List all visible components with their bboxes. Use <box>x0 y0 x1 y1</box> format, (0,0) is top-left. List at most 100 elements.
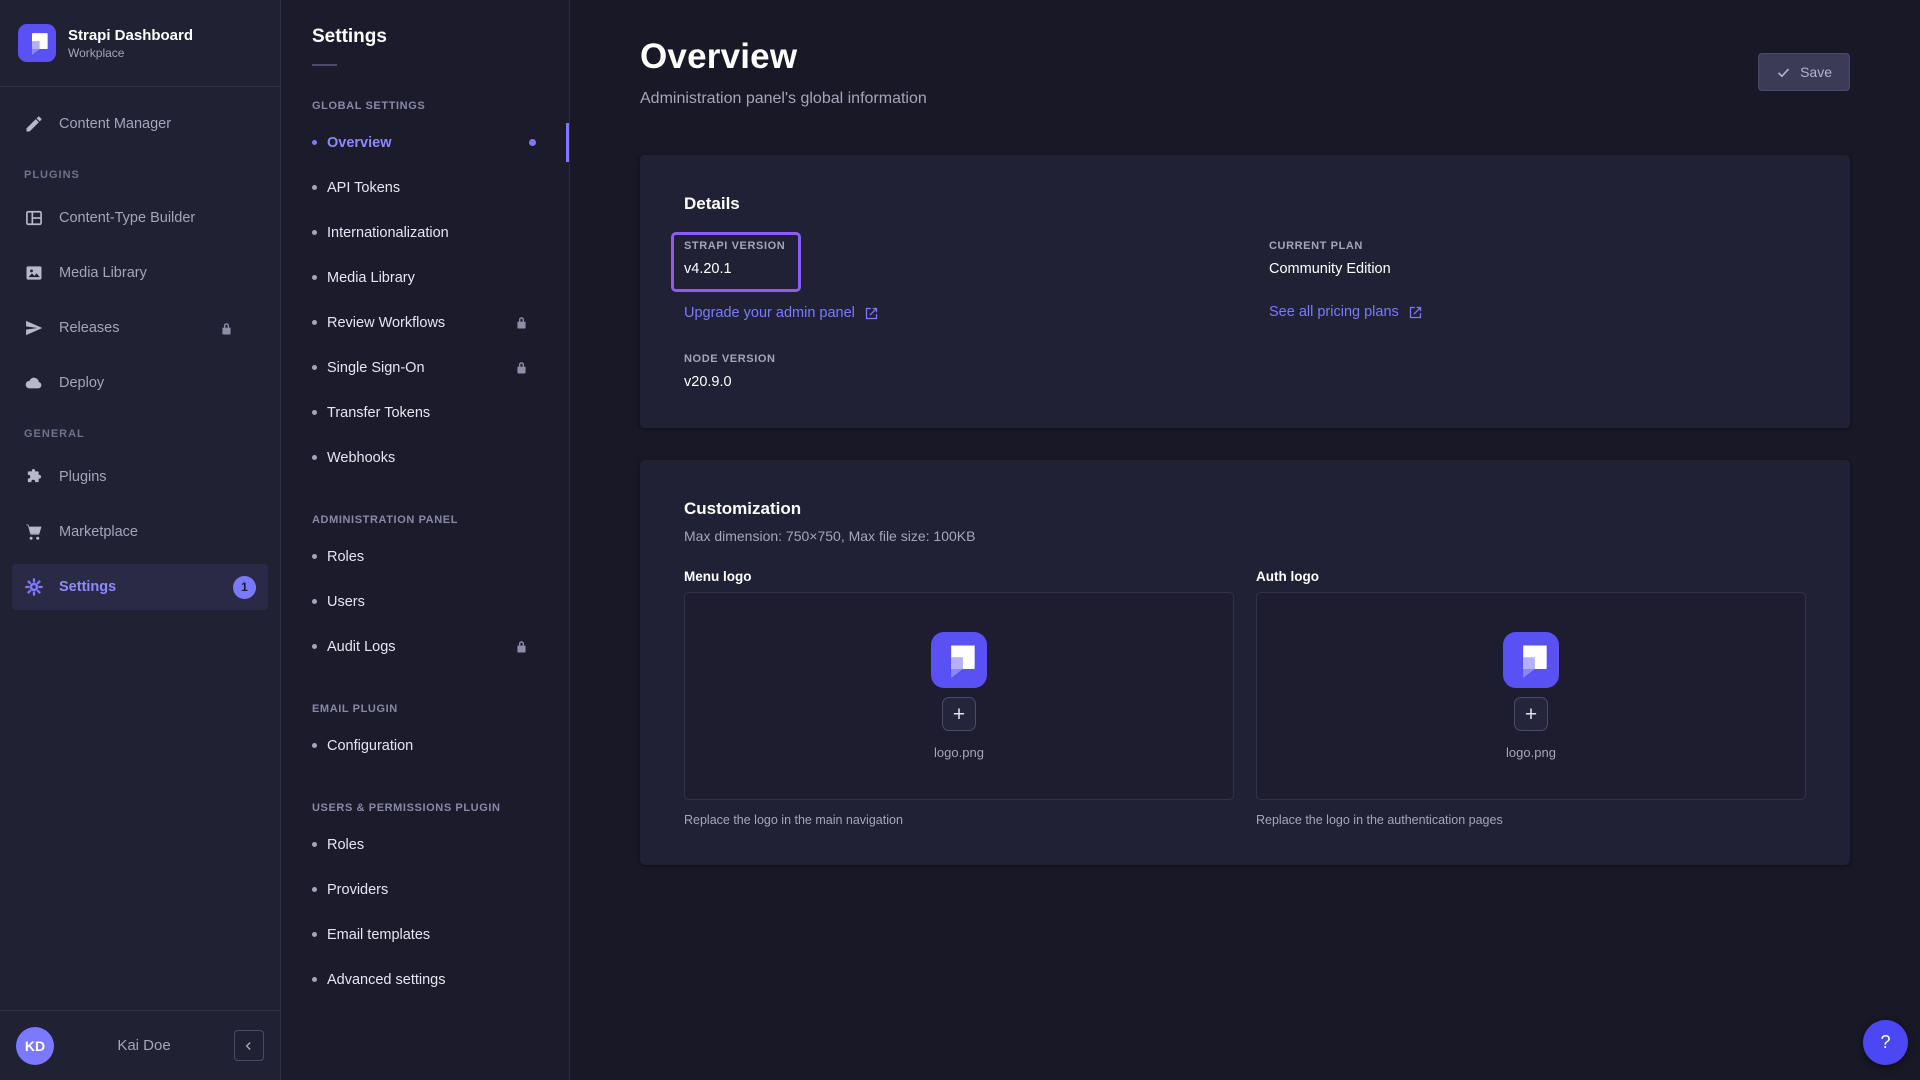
sidebar-item-content-type-builder[interactable]: Content-Type Builder <box>12 195 268 241</box>
subnav-item-label: Review Workflows <box>327 315 445 331</box>
subnav-item-single-sign-on[interactable]: Single Sign-On <box>281 345 569 390</box>
subnav-item-webhooks[interactable]: Webhooks <box>281 435 569 480</box>
details-title: Details <box>684 194 1806 214</box>
subnav-item-label: Audit Logs <box>327 639 396 655</box>
subnav-item-api-tokens[interactable]: API Tokens <box>281 165 569 210</box>
subnav-item-internationalization[interactable]: Internationalization <box>281 210 569 255</box>
subnav-item-transfer-tokens[interactable]: Transfer Tokens <box>281 390 569 435</box>
subnav-item-label: Webhooks <box>327 450 395 466</box>
sidebar-item-plugins[interactable]: Plugins <box>12 454 268 500</box>
sidebar-item-label: Settings <box>59 579 116 595</box>
subnav-item-media-library[interactable]: Media Library <box>281 255 569 300</box>
strapi-version-value: v4.20.1 <box>684 261 785 277</box>
sidebar-item-label: Releases <box>59 320 119 336</box>
lock-icon <box>219 321 234 336</box>
menu-logo-label: Menu logo <box>684 569 1234 584</box>
sidebar-item-media-library[interactable]: Media Library <box>12 250 268 296</box>
page-header: Overview Administration panel's global i… <box>640 37 1850 108</box>
subnav-item-audit-logs[interactable]: Audit Logs <box>281 624 569 669</box>
logo-filename: logo.png <box>1506 745 1556 760</box>
check-icon <box>1776 65 1791 80</box>
subnav-item-overview[interactable]: Overview <box>281 120 569 165</box>
node-version-label: NODE VERSION <box>684 353 1221 365</box>
subnav-item-label: Email templates <box>327 927 430 943</box>
strapi-logo-icon <box>931 632 987 688</box>
layout-icon <box>24 208 44 228</box>
node-version-value: v20.9.0 <box>684 374 1221 390</box>
pricing-plans-link[interactable]: See all pricing plans <box>1269 304 1423 320</box>
strapi-version-label: STRAPI VERSION <box>684 240 785 252</box>
workspace-header[interactable]: Strapi Dashboard Workplace <box>0 0 280 87</box>
subnav-item-configuration[interactable]: Configuration <box>281 723 569 768</box>
chevron-left-icon <box>242 1039 256 1053</box>
subnav-item-users[interactable]: Users <box>281 579 569 624</box>
subnav-item-roles[interactable]: Roles <box>281 822 569 867</box>
sidebar-item-settings[interactable]: Settings 1 <box>12 564 268 610</box>
collapse-sidebar-button[interactable] <box>234 1030 264 1061</box>
current-plan-value: Community Edition <box>1269 261 1806 277</box>
logo-filename: logo.png <box>934 745 984 760</box>
sidebar-item-content-manager[interactable]: Content Manager <box>12 101 268 147</box>
subnav-item-label: Media Library <box>327 270 415 286</box>
customization-title: Customization <box>684 499 1806 519</box>
subnav-item-providers[interactable]: Providers <box>281 867 569 912</box>
subnav-item-roles[interactable]: Roles <box>281 534 569 579</box>
lock-icon <box>514 639 529 654</box>
workspace-name: Workplace <box>68 46 193 60</box>
details-card: Details STRAPI VERSION v4.20.1 Upgrade y… <box>640 155 1850 428</box>
subnav-item-label: Internationalization <box>327 225 449 241</box>
sidebar-item-label: Marketplace <box>59 524 138 540</box>
subnav-item-label: Users <box>327 594 365 610</box>
subnav-title: Settings <box>281 26 569 48</box>
sidebar-item-releases[interactable]: Releases <box>12 305 268 351</box>
subnav-item-label: Overview <box>327 135 392 151</box>
cloud-icon <box>24 373 44 393</box>
user-bar: KD Kai Doe <box>0 1010 280 1080</box>
sidebar-item-label: Deploy <box>59 375 104 391</box>
add-logo-button[interactable]: + <box>942 697 976 731</box>
subnav-item-email-templates[interactable]: Email templates <box>281 912 569 957</box>
external-link-icon <box>1408 305 1423 320</box>
add-logo-button[interactable]: + <box>1514 697 1548 731</box>
subnav-divider <box>312 64 337 66</box>
subnav-item-label: Roles <box>327 549 364 565</box>
sidebar-item-deploy[interactable]: Deploy <box>12 360 268 406</box>
subnav-item-review-workflows[interactable]: Review Workflows <box>281 300 569 345</box>
settings-subnav: Settings GLOBAL SETTINGS Overview API Toke… <box>281 0 570 1080</box>
user-name: Kai Doe <box>64 1037 224 1054</box>
page-title: Overview <box>640 37 927 77</box>
subnav-section-administration-panel: ADMINISTRATION PANEL <box>312 514 538 526</box>
sidebar-section-plugins: PLUGINS <box>24 169 256 181</box>
notification-dot <box>529 139 536 146</box>
subnav-item-label: API Tokens <box>327 180 400 196</box>
customization-constraints: Max dimension: 750×750, Max file size: 1… <box>684 528 1806 544</box>
subnav-section-email-plugin: EMAIL PLUGIN <box>312 703 538 715</box>
subnav-item-label: Advanced settings <box>327 972 446 988</box>
help-button[interactable]: ? <box>1863 1020 1908 1065</box>
auth-logo-label: Auth logo <box>1256 569 1806 584</box>
subnav-item-label: Roles <box>327 837 364 853</box>
subnav-section-global-settings: GLOBAL SETTINGS <box>312 100 538 112</box>
subnav-item-label: Single Sign-On <box>327 360 425 376</box>
menu-logo-upload[interactable]: + logo.png <box>684 592 1234 800</box>
save-button[interactable]: Save <box>1758 53 1850 91</box>
image-icon <box>24 263 44 283</box>
auth-logo-help: Replace the logo in the authentication p… <box>1256 813 1806 827</box>
sidebar-item-label: Plugins <box>59 469 107 485</box>
pen-icon <box>24 114 44 134</box>
main-content: Overview Administration panel's global i… <box>570 0 1920 1080</box>
current-plan-label: CURRENT PLAN <box>1269 240 1806 252</box>
subnav-item-label: Transfer Tokens <box>327 405 430 421</box>
menu-logo-help: Replace the logo in the main navigation <box>684 813 1234 827</box>
node-version-field: NODE VERSION v20.9.0 <box>684 353 1221 390</box>
subnav-item-advanced-settings[interactable]: Advanced settings <box>281 957 569 1002</box>
upgrade-admin-panel-link[interactable]: Upgrade your admin panel <box>684 305 879 321</box>
strapi-logo-icon <box>18 24 56 62</box>
lock-icon <box>514 360 529 375</box>
main-sidebar: Strapi Dashboard Workplace Content Manag… <box>0 0 281 1080</box>
external-link-icon <box>864 306 879 321</box>
sidebar-item-marketplace[interactable]: Marketplace <box>12 509 268 555</box>
notification-badge: 1 <box>233 576 256 599</box>
avatar[interactable]: KD <box>16 1027 54 1065</box>
auth-logo-upload[interactable]: + logo.png <box>1256 592 1806 800</box>
